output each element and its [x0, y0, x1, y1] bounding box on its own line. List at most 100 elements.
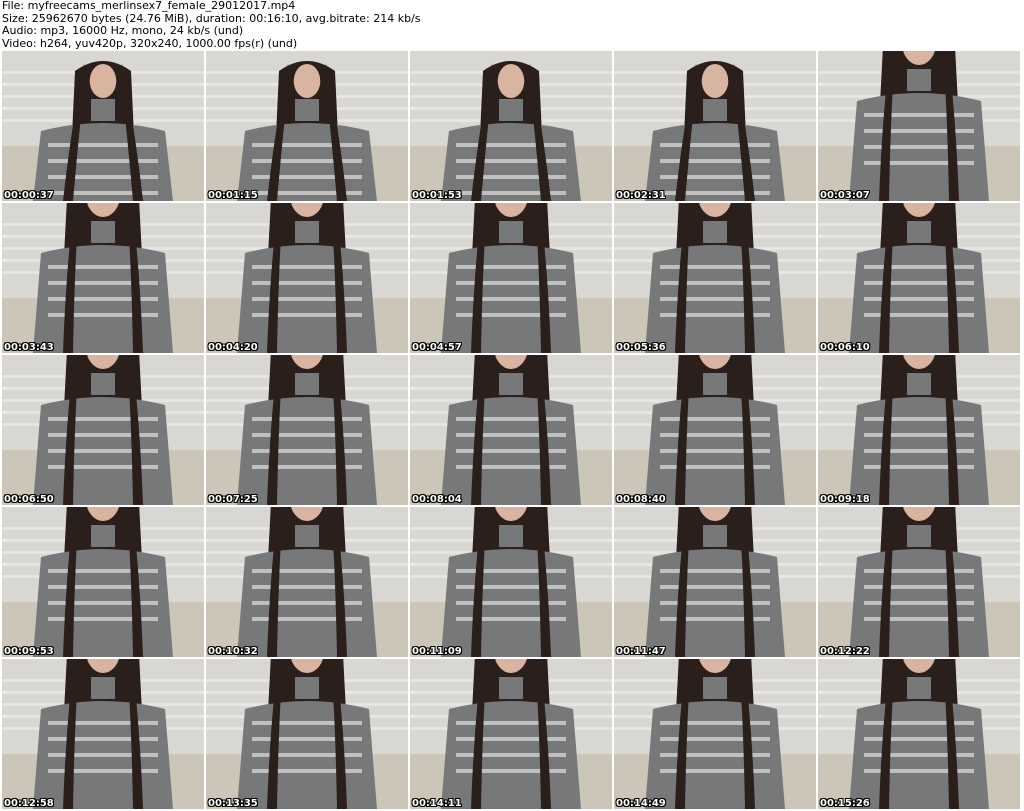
thumbnail-image	[2, 203, 204, 353]
video-thumbnail: 00:06:10	[818, 203, 1022, 355]
video-thumbnail: 00:14:11	[410, 659, 614, 811]
thumbnail-image	[206, 203, 408, 353]
thumbnail-timestamp: 00:12:58	[4, 798, 54, 809]
thumbnail-timestamp: 00:01:15	[208, 190, 258, 201]
thumbnail-image	[206, 659, 408, 809]
thumbnail-image	[614, 355, 816, 505]
thumbnail-frame	[614, 203, 816, 353]
thumbnail-frame	[206, 507, 408, 657]
thumbnail-image	[206, 355, 408, 505]
file-info-header: File: myfreecams_merlinsex7_female_29012…	[2, 0, 1022, 50]
thumbnail-frame	[818, 203, 1020, 353]
video-thumbnail: 00:01:53	[410, 51, 614, 203]
video-thumbnail: 00:01:15	[206, 51, 410, 203]
thumbnail-frame	[614, 507, 816, 657]
thumbnail-image	[2, 507, 204, 657]
thumbnail-image	[2, 355, 204, 505]
video-thumbnail: 00:09:18	[818, 355, 1022, 507]
thumbnail-image	[206, 51, 408, 201]
thumbnail-image	[614, 507, 816, 657]
thumbnail-frame	[614, 355, 816, 505]
thumbnail-frame	[206, 51, 408, 201]
thumbnail-image	[2, 51, 204, 201]
thumbnail-timestamp: 00:15:26	[820, 798, 870, 809]
thumbnail-grid: 00:00:37 00:01:15 00:01:53 00:02:31 00:03:07…	[2, 51, 1022, 811]
thumbnail-timestamp: 00:06:50	[4, 494, 54, 505]
video-thumbnail: 00:00:37	[2, 51, 206, 203]
thumbnail-timestamp: 00:11:47	[616, 646, 666, 657]
thumbnail-timestamp: 00:06:10	[820, 342, 870, 353]
thumbnail-timestamp: 00:09:18	[820, 494, 870, 505]
thumbnail-frame	[206, 659, 408, 809]
video-thumbnail: 00:11:09	[410, 507, 614, 659]
thumbnail-timestamp: 00:04:20	[208, 342, 258, 353]
thumbnail-timestamp: 00:12:22	[820, 646, 870, 657]
thumbnail-timestamp: 00:14:49	[616, 798, 666, 809]
thumbnail-frame	[818, 51, 1020, 201]
thumbnail-frame	[818, 507, 1020, 657]
file-name-line: File: myfreecams_merlinsex7_female_29012…	[2, 0, 296, 12]
thumbnail-frame	[206, 355, 408, 505]
thumbnail-frame	[2, 51, 204, 201]
thumbnail-frame	[206, 203, 408, 353]
thumbnail-timestamp: 00:08:04	[412, 494, 462, 505]
thumbnail-timestamp: 00:03:07	[820, 190, 870, 201]
thumbnail-frame	[410, 659, 612, 809]
video-thumbnail: 00:03:07	[818, 51, 1022, 203]
video-thumbnail: 00:08:40	[614, 355, 818, 507]
thumbnail-frame	[2, 355, 204, 505]
thumbnail-frame	[2, 507, 204, 657]
thumbnail-frame	[614, 51, 816, 201]
video-thumbnail: 00:12:58	[2, 659, 206, 811]
thumbnail-frame	[410, 355, 612, 505]
thumbnail-frame	[410, 507, 612, 657]
thumbnail-timestamp: 00:10:32	[208, 646, 258, 657]
video-thumbnail: 00:13:35	[206, 659, 410, 811]
video-thumbnail: 00:06:50	[2, 355, 206, 507]
thumbnail-image	[818, 659, 1020, 809]
video-thumbnail: 00:08:04	[410, 355, 614, 507]
thumbnail-frame	[410, 51, 612, 201]
video-thumbnail: 00:11:47	[614, 507, 818, 659]
thumbnail-image	[206, 507, 408, 657]
thumbnail-image	[614, 659, 816, 809]
video-thumbnail: 00:15:26	[818, 659, 1022, 811]
thumbnail-timestamp: 00:09:53	[4, 646, 54, 657]
video-thumbnail: 00:03:43	[2, 203, 206, 355]
thumbnail-timestamp: 00:00:37	[4, 190, 54, 201]
video-thumbnail: 00:04:57	[410, 203, 614, 355]
thumbnail-timestamp: 00:03:43	[4, 342, 54, 353]
thumbnail-frame	[2, 203, 204, 353]
thumbnail-image	[410, 659, 612, 809]
video-thumbnail: 00:05:36	[614, 203, 818, 355]
thumbnail-timestamp: 00:02:31	[616, 190, 666, 201]
video-thumbnail: 00:10:32	[206, 507, 410, 659]
thumbnail-image	[614, 51, 816, 201]
thumbnail-timestamp: 00:05:36	[616, 342, 666, 353]
thumbnail-image	[410, 507, 612, 657]
thumbnail-timestamp: 00:01:53	[412, 190, 462, 201]
thumbnail-image	[410, 203, 612, 353]
thumbnail-frame	[2, 659, 204, 809]
thumbnail-image	[818, 507, 1020, 657]
thumbnail-image	[818, 203, 1020, 353]
thumbnail-timestamp: 00:04:57	[412, 342, 462, 353]
video-thumbnail: 00:09:53	[2, 507, 206, 659]
audio-info-line: Audio: mp3, 16000 Hz, mono, 24 kb/s (und…	[2, 24, 244, 37]
thumbnail-image	[2, 659, 204, 809]
thumbnail-image	[614, 203, 816, 353]
video-thumbnail: 00:14:49	[614, 659, 818, 811]
thumbnail-frame	[614, 659, 816, 809]
video-info-line: Video: h264, yuv420p, 320x240, 1000.00 f…	[2, 36, 298, 50]
thumbnail-image	[410, 51, 612, 201]
video-thumbnail: 00:12:22	[818, 507, 1022, 659]
video-thumbnail: 00:07:25	[206, 355, 410, 507]
thumbnail-timestamp: 00:07:25	[208, 494, 258, 505]
thumbnail-timestamp: 00:14:11	[412, 798, 462, 809]
thumbnail-image	[818, 355, 1020, 505]
video-thumbnail: 00:04:20	[206, 203, 410, 355]
thumbnail-frame	[410, 203, 612, 353]
thumbnail-frame	[818, 659, 1020, 809]
thumbnail-image	[410, 355, 612, 505]
thumbnail-frame	[818, 355, 1020, 505]
